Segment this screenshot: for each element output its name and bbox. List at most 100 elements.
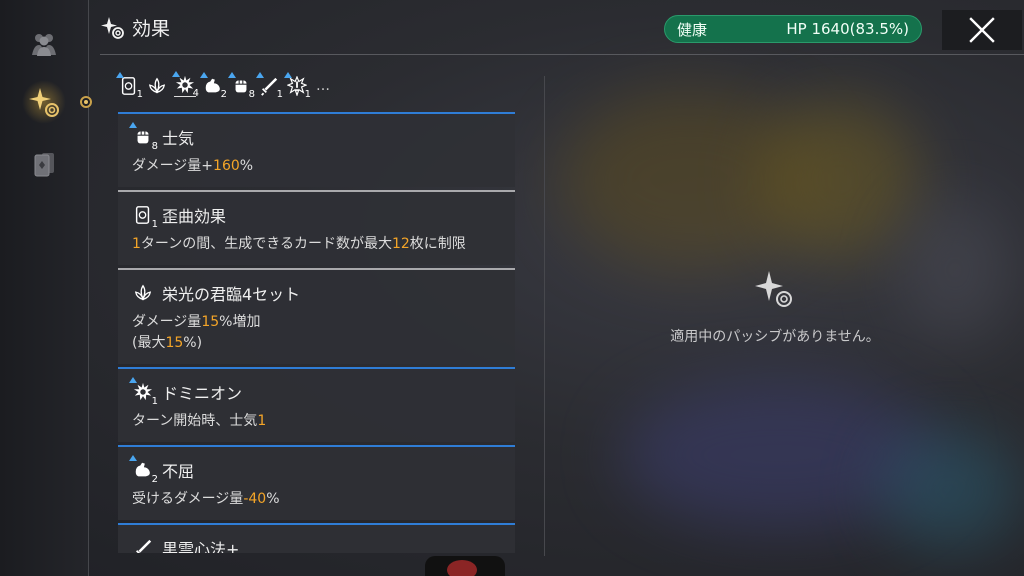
team-icon — [32, 34, 56, 56]
effect-icon-wrap — [132, 282, 154, 304]
glory-lotus-icon — [148, 77, 166, 93]
description-text: %増加 — [219, 314, 261, 330]
effect-icon-button[interactable]: 1 — [256, 71, 283, 100]
effect-card[interactable]: 1 ドミニオン ターン開始時、士気1 — [118, 367, 515, 442]
morale-fist-icon — [137, 131, 149, 144]
effect-icon-button[interactable]: 1 — [284, 71, 311, 100]
effect-name: 士気 — [162, 129, 195, 148]
effect-name: ドミニオン — [162, 384, 243, 403]
highlight-value: 1 — [257, 413, 267, 429]
highlight-value: 160 — [213, 158, 240, 174]
buff-indicator — [116, 71, 124, 78]
effect-icon-wrap: 1 — [129, 377, 158, 407]
effect-description: ターン開始時、士気1 — [132, 411, 501, 432]
glory-lotus-icon — [134, 284, 152, 301]
cards-icon — [34, 153, 54, 177]
effect-card-header: 1 ドミニオン — [129, 377, 501, 407]
highlight-value: 15 — [201, 314, 220, 330]
effect-name: 歪曲効果 — [162, 207, 227, 226]
highlight-value: 15 — [165, 335, 184, 351]
hp-value: HP 1640(83.5%) — [786, 20, 909, 38]
bg-blob — [760, 100, 920, 260]
highlight-value: 12 — [391, 236, 410, 252]
buff-indicator — [129, 122, 137, 128]
buff-indicator — [172, 71, 180, 77]
effect-name: 不屈 — [162, 462, 195, 481]
sidebar — [0, 0, 89, 576]
effect-icon-button[interactable]: 4 — [172, 71, 199, 99]
sidebar-indicator — [80, 96, 92, 108]
effect-icon-button[interactable]: 2 — [200, 71, 227, 100]
effect-icon-wrap — [132, 537, 154, 553]
effect-icon-button[interactable]: 1 — [116, 71, 143, 100]
bg-blob — [880, 430, 1020, 550]
effect-stack-count: 2 — [220, 88, 227, 100]
effect-description: ダメージ量+160% — [132, 156, 501, 177]
highlight-value: 1 — [132, 236, 141, 252]
effect-card-header: 2 不屈 — [129, 455, 501, 485]
buff-indicator — [284, 71, 292, 78]
sidebar-effects-button[interactable] — [22, 80, 66, 124]
description-text: ダメージ量 — [132, 314, 202, 330]
effect-stack-count: 1 — [276, 88, 283, 100]
effect-description: 受けるダメージ量-40% — [132, 489, 501, 510]
effect-card[interactable]: 栄光の君臨4セット ダメージ量15%増加 (最大15%) — [118, 268, 515, 364]
effect-card-header: 栄光の君臨4セット — [132, 280, 501, 306]
sparkle-swirl-icon — [29, 88, 59, 117]
effect-list: 8 士気 ダメージ量+160% 1 歪曲効果 1ターンの間、生成できるカード数が最大12枚… — [118, 112, 515, 556]
description-text: % — [239, 158, 254, 174]
highlight-value: -40 — [243, 491, 267, 507]
effect-stack-count: 2 — [151, 474, 158, 485]
effect-icon-wrap: 1 — [132, 204, 158, 230]
effect-card[interactable]: 8 士気ダメージ量+160% — [118, 112, 515, 187]
effect-icon-wrap: 2 — [129, 455, 158, 485]
description-text: 受けるダメージ量 — [132, 491, 244, 507]
description-text: ダメージ量+ — [132, 158, 214, 174]
dominion-burst-icon — [133, 382, 153, 401]
buff-indicator — [129, 455, 137, 461]
more-effects-indicator[interactable]: … — [316, 78, 330, 94]
sidebar-cards-button[interactable] — [22, 142, 66, 186]
passive-empty-text: 適用中のパッシブがありません。 — [670, 329, 880, 345]
effect-icon-wrap: 8 — [129, 122, 158, 152]
distortion-card-icon — [135, 206, 150, 224]
effect-stack-count: 4 — [192, 88, 199, 99]
effect-icon-button[interactable]: 8 — [228, 71, 255, 100]
passive-panel: 適用中のパッシブがありません。 — [560, 268, 990, 346]
effect-name: 黒雲心法+ — [162, 540, 240, 553]
effect-stack-count: 8 — [151, 141, 158, 152]
header: 効果 — [100, 14, 170, 41]
effect-icon-button[interactable] — [146, 75, 168, 97]
effect-card-header: 黒雲心法+ — [132, 535, 501, 553]
character-portrait — [425, 556, 505, 576]
panel-divider — [544, 76, 545, 556]
effect-card[interactable]: 1 歪曲効果 1ターンの間、生成できるカード数が最大12枚に制限 — [118, 190, 515, 265]
effect-stack-count: 1 — [136, 88, 143, 100]
effect-card[interactable]: 黒雲心法+ — [118, 523, 515, 553]
effect-stack-count: 1 — [151, 219, 158, 230]
description-text: %) — [183, 335, 203, 351]
effect-stack-count: 1 — [304, 88, 311, 100]
buff-indicator — [129, 377, 137, 383]
header-divider — [100, 54, 1024, 55]
health-status-label: 健康 — [677, 20, 708, 39]
effect-card[interactable]: 2 不屈受けるダメージ量-40% — [118, 445, 515, 520]
effect-icon-row: 1 4 2 8 1 1 … — [116, 71, 330, 100]
effect-name: 栄光の君臨4セット — [162, 285, 301, 304]
description-text: ターンの間、生成できるカード数が最大 — [140, 236, 392, 252]
effect-card-header: 1 歪曲効果 — [132, 202, 501, 230]
sword-icon — [135, 539, 152, 553]
effect-description: (最大15%) — [132, 333, 501, 354]
buff-indicator — [200, 71, 208, 78]
description-text: 枚に制限 — [409, 236, 466, 252]
description-text: (最大 — [132, 335, 166, 351]
buff-indicator — [256, 71, 264, 78]
effect-stack-count: 8 — [248, 88, 255, 100]
effect-description: 1ターンの間、生成できるカード数が最大12枚に制限 — [132, 234, 501, 255]
hp-status-bar: 健康 HP 1640(83.5%) — [664, 15, 922, 43]
close-button[interactable] — [942, 10, 1022, 50]
sparkle-swirl-icon — [755, 271, 792, 307]
effect-description: ダメージ量15%増加 — [132, 312, 501, 333]
close-icon — [969, 17, 995, 43]
sidebar-team-button[interactable] — [22, 22, 66, 66]
